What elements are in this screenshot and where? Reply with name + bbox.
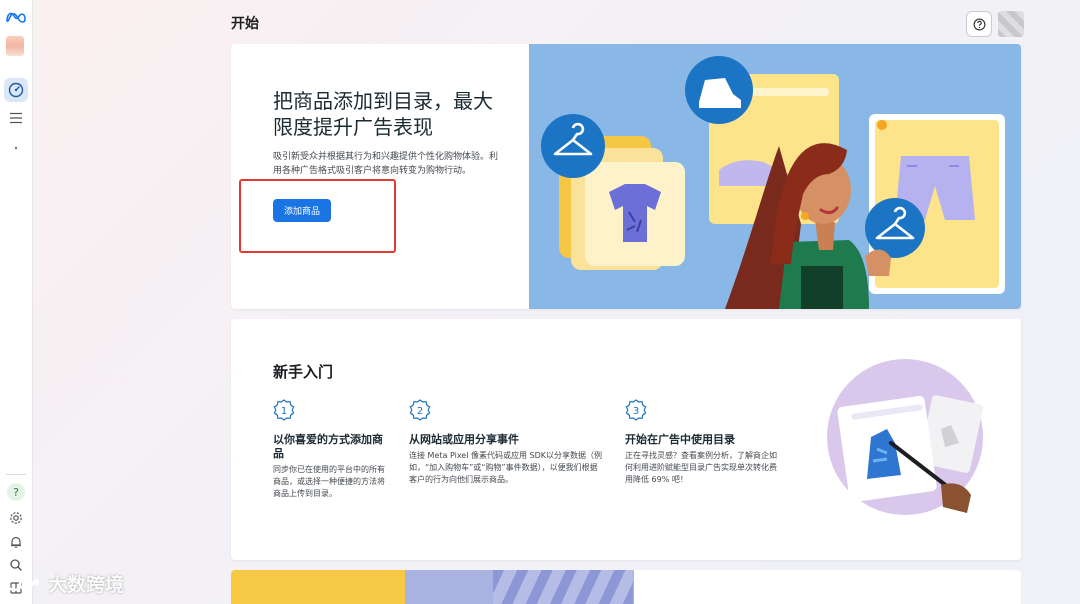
step-2-title: 从网站或应用分享事件	[409, 433, 519, 446]
step-2: 2 从网站或应用分享事件 连接 Meta Pixel 像素代码或应用 SDK以分…	[409, 399, 603, 486]
step-1-description: 同步你已在使用的平台中的所有商品，或选择一种便捷的方法将商品上传到目录。	[273, 465, 385, 498]
getting-started-title: 新手入门	[273, 363, 334, 381]
getting-started-illustration	[827, 359, 983, 515]
getting-started-card: 新手入门 1 以你喜爱的方式添加商品 同步你已在使用的平台中的所有商品，或选择一…	[231, 319, 1021, 560]
watermark-text: 大数跨境	[48, 574, 125, 596]
step-3-number: 3	[633, 406, 639, 417]
hero-content: 把商品添加到目录，最大限度提升广告表现 吸引新受众并根据其行为和兴趣提供个性化购…	[231, 44, 529, 309]
step-3: 3 开始在广告中使用目录 正在寻找灵感？查看案例分析，了解商企如何利用进阶赋能型…	[625, 399, 777, 486]
step-2-badge-icon: 2	[409, 399, 431, 421]
help-icon	[973, 18, 985, 30]
hero-card: 把商品添加到目录，最大限度提升广告表现 吸引新受众并根据其行为和兴趣提供个性化购…	[231, 44, 1021, 309]
help-button[interactable]	[966, 11, 992, 37]
step-3-description: 正在寻找灵感？查看案例分析，了解商企如何利用进阶赋能型目录广告实现单次转化费用降…	[625, 451, 777, 484]
hero-illustration	[529, 44, 1021, 309]
preview-yellow-panel	[231, 570, 405, 604]
left-nav-rail: ?	[0, 0, 33, 604]
nav-more[interactable]	[4, 136, 28, 160]
rail-divider	[6, 474, 26, 475]
menu-icon	[10, 112, 22, 124]
dashboard-icon	[8, 82, 24, 98]
hero-description: 吸引新受众并根据其行为和兴趣提供个性化购物体验。利用各种广告格式吸引客户将意向转…	[273, 152, 499, 176]
meta-logo[interactable]	[5, 10, 27, 24]
step-1-title: 以你喜爱的方式添加商品	[273, 433, 383, 460]
step-3-title: 开始在广告中使用目录	[625, 433, 735, 446]
nav-menu[interactable]	[4, 106, 28, 130]
step-1-badge-icon: 1	[273, 399, 295, 421]
watermark: 大数跨境	[6, 570, 124, 597]
settings-icon	[10, 512, 22, 524]
bell-icon	[11, 536, 21, 548]
next-card-preview	[231, 570, 1021, 604]
nav-settings[interactable]	[4, 506, 28, 530]
hero-title: 把商品添加到目录，最大限度提升广告表现	[273, 89, 493, 139]
user-avatar[interactable]	[998, 11, 1024, 37]
preview-pattern-panel	[493, 570, 633, 604]
step-1-number: 1	[281, 406, 287, 417]
step-2-number: 2	[417, 406, 423, 417]
nav-notifications[interactable]	[4, 530, 28, 554]
help-icon: ?	[7, 483, 25, 501]
business-avatar[interactable]	[6, 36, 24, 56]
highlight-annotation-box	[239, 179, 396, 253]
step-2-description: 连接 Meta Pixel 像素代码或应用 SDK以分享数据（例如，“加入购物车…	[409, 451, 603, 484]
page-title: 开始	[231, 16, 259, 32]
nav-dashboard[interactable]	[4, 78, 28, 102]
watermark-logo-icon	[7, 576, 39, 591]
step-3-badge-icon: 3	[625, 399, 647, 421]
step-1: 1 以你喜爱的方式添加商品 同步你已在使用的平台中的所有商品，或选择一种便捷的方…	[273, 399, 389, 500]
nav-help[interactable]: ?	[4, 480, 28, 504]
dot-icon	[14, 146, 18, 150]
